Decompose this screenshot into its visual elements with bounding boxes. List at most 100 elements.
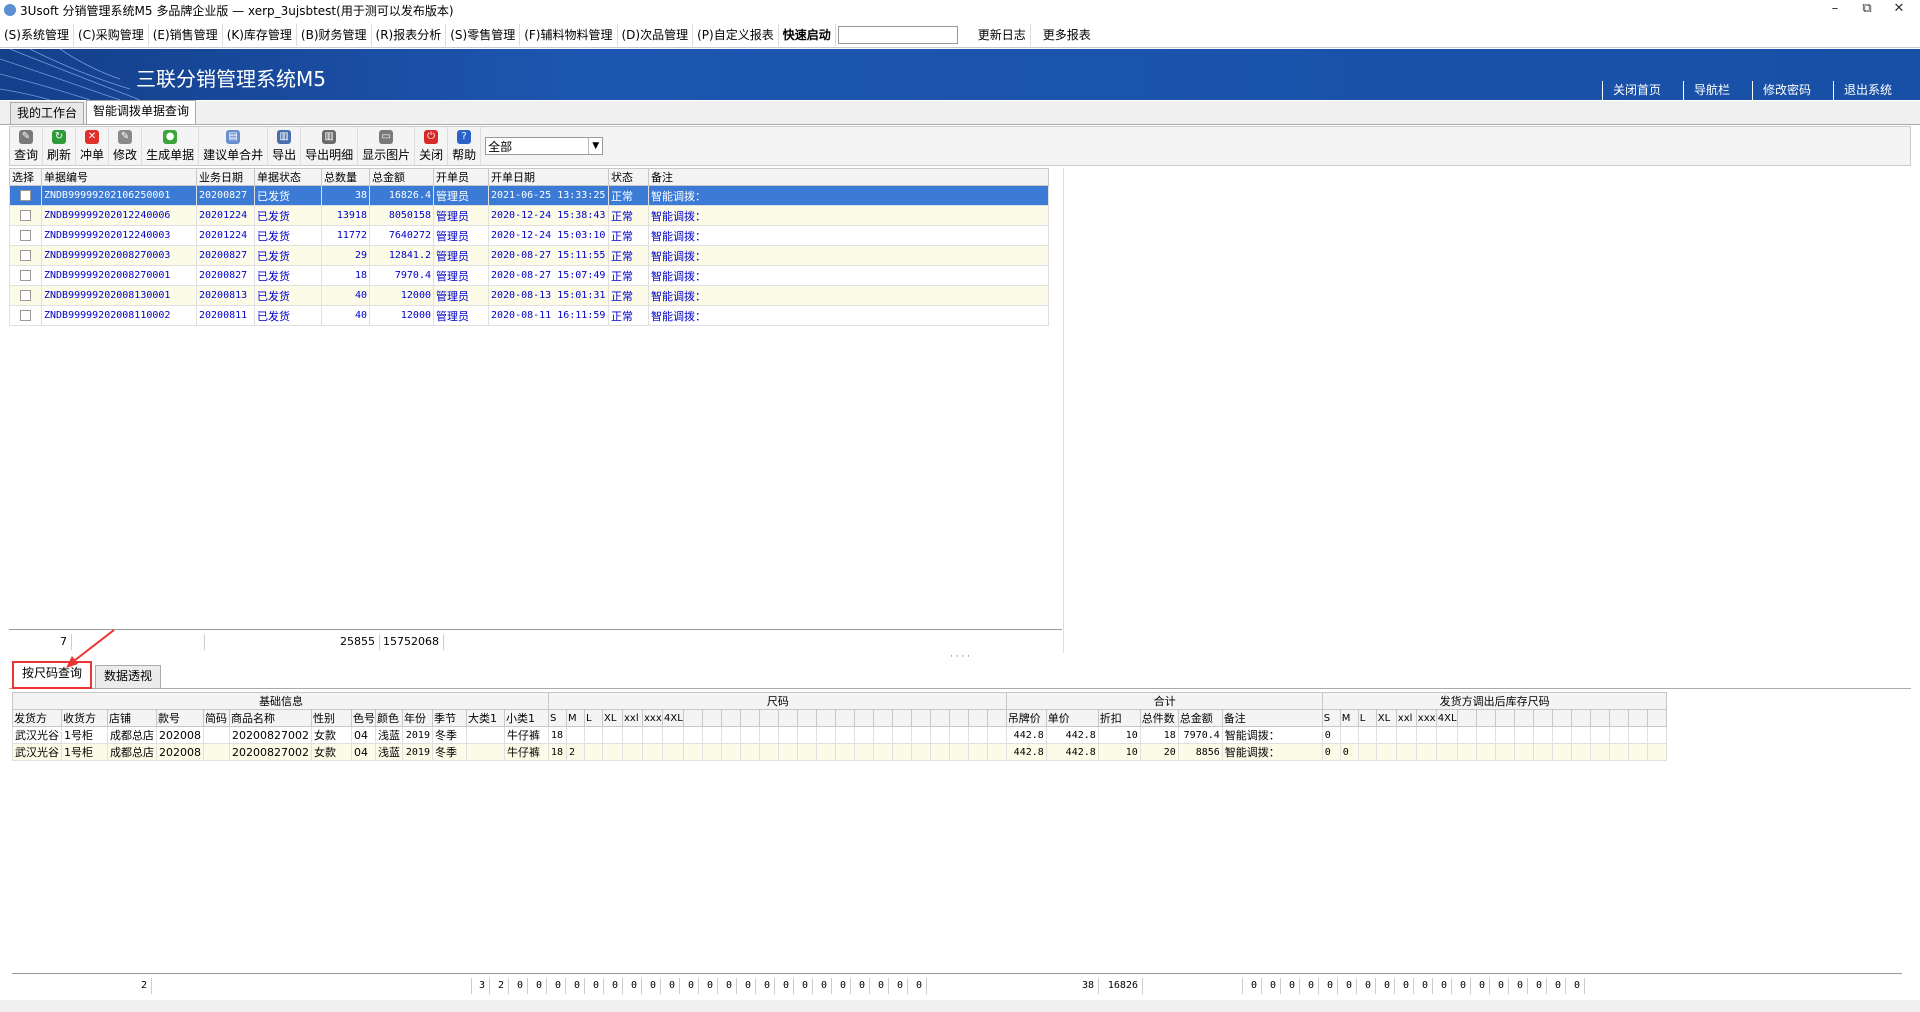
close-home-link[interactable]: 关闭首页 [1601,81,1671,100]
image-button[interactable]: ▭ 显示图片 [358,127,416,165]
size-column-header[interactable]: xxl [621,709,643,727]
export-detail-button[interactable]: ▥ 导出明细 [301,127,359,165]
cancel-button[interactable]: ✕ 冲单 [76,127,110,165]
column-header[interactable]: 总件数 [1139,709,1179,727]
menu-finance[interactable]: (B)财务管理 [297,23,372,46]
column-header[interactable]: 开单员 [433,168,489,186]
table-cell[interactable] [9,205,42,226]
size-column-header[interactable]: xxx [641,709,663,727]
restore-button[interactable]: ⧉ [1852,0,1882,20]
search-button[interactable]: ✎ 查询 [10,127,44,165]
row-checkbox[interactable] [20,210,31,221]
size-column-header[interactable]: 4XL [661,709,684,727]
merge-button[interactable]: ▤ 建议单合并 [199,127,269,165]
table-cell[interactable] [9,285,42,306]
column-header[interactable]: 季节 [431,709,467,727]
column-header[interactable]: 折扣 [1097,709,1141,727]
column-header[interactable]: 款号 [156,709,204,727]
column-header[interactable]: 总金额 [1177,709,1223,727]
table-row[interactable]: 武汉光谷 1号柜 成都总店 202008 20200827002 女款 04 浅蓝 2019 冬季… [12,726,1667,744]
power-button[interactable]: ⏻ 关闭 [415,127,449,165]
column-header[interactable]: 单价 [1045,709,1099,727]
stock-column-header[interactable]: L [1357,709,1377,727]
table-row[interactable]: ZNDB99999202012240003 20201224 已发货 11772 764… [9,225,1049,246]
navbar-link[interactable]: 导航栏 [1682,81,1740,100]
table-cell[interactable] [9,265,42,286]
logout-link[interactable]: 退出系统 [1832,81,1902,100]
row-checkbox[interactable] [20,290,31,301]
close-window-button[interactable]: ✕ [1884,0,1914,20]
table-row[interactable]: ZNDB99999202106250001 20200827 已发货 38 16826.… [9,185,1049,206]
status-filter-select[interactable]: 全部 ▼ [485,137,604,155]
column-header[interactable]: 发货方 [12,709,62,727]
tab-smart-transfer-query[interactable]: 智能调拨单据查询 [86,100,197,124]
edit-button[interactable]: ✎ 修改 [109,127,143,165]
generate-button[interactable]: ● 生成单据 [142,127,200,165]
table-row[interactable]: 武汉光谷 1号柜 成都总店 202008 20200827002 女款 04 浅蓝 2019 冬季… [12,743,1667,761]
row-checkbox[interactable] [20,190,31,201]
refresh-button[interactable]: ↻ 刷新 [43,127,77,165]
column-header[interactable]: 状态 [608,168,649,186]
table-row[interactable]: ZNDB99999202008110002 20200811 已发货 40 12000 管… [9,305,1049,326]
table-row[interactable]: ZNDB99999202008130001 20200813 已发货 40 12000 管… [9,285,1049,306]
tab-workbench[interactable]: 我的工作台 [10,102,85,124]
column-header[interactable]: 业务日期 [196,168,255,186]
column-header[interactable]: 小类1 [503,709,549,727]
menu-retail[interactable]: (S)零售管理 [446,23,521,46]
row-checkbox[interactable] [20,250,31,261]
table-row[interactable]: ZNDB99999202008270001 20200827 已发货 18 7970.4… [9,265,1049,286]
menu-inventory[interactable]: (K)库存管理 [223,23,297,46]
menu-purchase[interactable]: (C)采购管理 [74,23,149,46]
splitter-handle[interactable]: · · · · [9,653,1911,662]
size-column-header[interactable]: S [547,709,567,727]
export-button[interactable]: ▥ 导出 [268,127,302,165]
help-button[interactable]: ? 帮助 [448,127,482,165]
size-column-header[interactable]: XL [601,709,623,727]
column-header[interactable]: 备注 [648,168,1049,186]
column-header[interactable]: 店铺 [107,709,157,727]
table-cell[interactable] [9,185,42,206]
table-row[interactable]: ZNDB99999202012240006 20201224 已发货 13918 805… [9,205,1049,226]
menu-reports[interactable]: (R)报表分析 [372,23,447,46]
size-column-header[interactable]: L [583,709,603,727]
stock-column-header[interactable]: xxl [1395,709,1417,727]
menu-materials[interactable]: (F)辅料物料管理 [520,23,618,46]
minimize-button[interactable]: – [1820,0,1850,20]
column-header[interactable]: 单据状态 [254,168,322,186]
column-header[interactable]: 备注 [1221,709,1323,727]
row-checkbox[interactable] [20,270,31,281]
quick-launch-input[interactable] [837,25,958,44]
stock-column-header[interactable]: XL [1375,709,1397,727]
stock-column-header[interactable]: M [1339,709,1359,727]
column-header[interactable]: 单据编号 [41,168,197,186]
table-cell[interactable] [9,245,42,266]
column-header[interactable]: 总数量 [321,168,370,186]
column-header[interactable]: 色号 [350,709,376,727]
column-header[interactable]: 选择 [9,168,42,186]
menu-defective[interactable]: (D)次品管理 [618,23,694,46]
column-header[interactable]: 年份 [401,709,433,727]
menu-changelog[interactable]: 更新日志 [974,23,1031,46]
column-header[interactable]: 收货方 [61,709,108,727]
column-header[interactable]: 颜色 [374,709,403,727]
column-header[interactable]: 简码 [203,709,230,727]
menu-more-reports[interactable]: 更多报表 [1039,24,1095,46]
row-checkbox[interactable] [20,230,31,241]
menu-system[interactable]: (S)系统管理 [0,23,74,46]
chevron-down-icon[interactable]: ▼ [588,138,602,154]
column-header[interactable]: 性别 [310,709,352,727]
column-header[interactable]: 大类1 [465,709,505,727]
menu-custom-reports[interactable]: (P)自定义报表 [693,23,779,46]
menu-sales[interactable]: (E)销售管理 [149,23,223,46]
column-header[interactable]: 吊牌价 [1005,709,1047,727]
size-column-header[interactable]: M [565,709,585,727]
column-header[interactable]: 商品名称 [229,709,312,727]
stock-column-header[interactable]: 4XL [1435,709,1458,727]
stock-column-header[interactable]: xxx [1415,709,1437,727]
column-header[interactable]: 总金额 [369,168,434,186]
table-cell[interactable] [9,225,42,246]
stock-column-header[interactable]: S [1321,709,1341,727]
table-cell[interactable] [9,305,42,326]
change-password-link[interactable]: 修改密码 [1751,81,1821,100]
row-checkbox[interactable] [20,310,31,321]
